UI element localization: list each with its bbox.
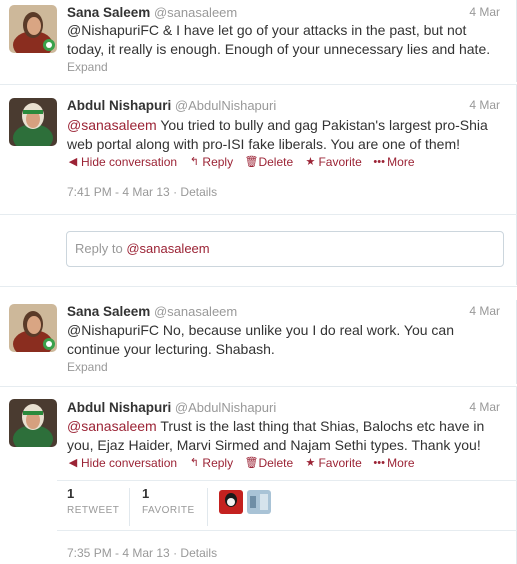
details-link[interactable]: Details — [180, 546, 217, 560]
delete-label: Delete — [258, 455, 294, 470]
hide-conversation-button[interactable]: ◀ Hide conversation — [67, 456, 177, 470]
tweet-actions: ◀ Hide conversation ↰ Reply 🗑 Delete ★ Favor… — [67, 154, 423, 170]
tweet-meta: 7:35 PM - 4 Mar 13 · Details — [67, 546, 218, 560]
arrow-icon: ◀ — [68, 156, 78, 168]
retweet-label: RETWEET — [67, 505, 120, 516]
divider — [57, 530, 517, 531]
delete-label: Delete — [258, 154, 294, 169]
divider — [207, 488, 208, 526]
tweet-header: Abdul Nishapuri @AbdulNishapuri 4 Mar — [67, 98, 506, 116]
timestamp[interactable]: 7:35 PM - 4 Mar 13 — [67, 546, 170, 560]
divider — [129, 488, 130, 526]
tweet-date[interactable]: 4 Mar — [469, 304, 500, 318]
tweet-date[interactable]: 4 Mar — [469, 400, 500, 414]
divider — [0, 286, 517, 287]
favoriter-avatar[interactable] — [219, 490, 243, 514]
details-link[interactable]: Details — [180, 185, 217, 199]
fullname[interactable]: Abdul Nishapuri — [67, 98, 171, 113]
fullname[interactable]: Sana Saleem — [67, 5, 150, 20]
hide-conversation-label: Hide conversation — [81, 455, 178, 470]
favorite-stat-label: FAVORITE — [142, 505, 195, 516]
reply-button[interactable]: ↰ Reply — [188, 456, 233, 470]
fullname[interactable]: Abdul Nishapuri — [67, 400, 171, 415]
tweet-actions: ◀ Hide conversation ↰ Reply 🗑 Delete ★ Favor… — [67, 455, 423, 471]
mention-link[interactable]: @sanasaleem — [67, 418, 157, 434]
tweet-text: @NishapuriFC No, because unlike you I do… — [67, 322, 454, 357]
tweet-sana-2[interactable]: Sana Saleem @sanasaleem 4 Mar @Nishapuri… — [0, 300, 517, 384]
expand-link[interactable]: Expand — [67, 60, 108, 74]
tweet-abdul-2[interactable]: Abdul Nishapuri @AbdulNishapuri 4 Mar @s… — [0, 387, 517, 564]
more-button[interactable]: ••• More — [373, 155, 414, 169]
trash-icon: 🗑 — [244, 156, 259, 168]
tweet-text: @sanasaleem You tried to bully and gag P… — [67, 116, 507, 154]
reply-placeholder: Reply to — [75, 241, 127, 256]
reply-mention: @sanasaleem — [126, 241, 210, 256]
avatar[interactable] — [9, 304, 57, 352]
favorite-button[interactable]: ★ Favorite — [304, 154, 362, 169]
star-icon: ★ — [305, 156, 316, 168]
mention-link[interactable]: @sanasaleem — [67, 117, 157, 133]
avatar[interactable] — [9, 399, 57, 447]
username[interactable]: @sanasaleem — [154, 304, 237, 319]
fullname[interactable]: Sana Saleem — [67, 304, 150, 319]
favorite-label: Favorite — [318, 455, 362, 470]
reply-icon: ↰ — [189, 156, 200, 168]
favorite-label: Favorite — [318, 154, 362, 169]
tweet-header: Sana Saleem @sanasaleem 4 Mar — [67, 304, 506, 322]
retweet-stat[interactable]: 1 RETWEET — [67, 486, 119, 516]
username[interactable]: @AbdulNishapuri — [175, 400, 276, 415]
tweet-sana-1[interactable]: Sana Saleem @sanasaleem 4 Mar @Nishapuri… — [0, 0, 517, 82]
retweet-count: 1 — [67, 486, 75, 501]
reply-icon: ↰ — [189, 457, 200, 469]
username[interactable]: @AbdulNishapuri — [175, 98, 276, 113]
reply-input[interactable]: Reply to @sanasaleem — [66, 231, 504, 267]
trash-icon: 🗑 — [244, 457, 259, 469]
reply-label: Reply — [202, 455, 234, 470]
avatar[interactable] — [9, 5, 57, 53]
divider — [0, 214, 517, 215]
delete-button[interactable]: 🗑 Delete — [244, 155, 293, 169]
more-label: More — [387, 456, 415, 470]
favoriter-avatar[interactable] — [247, 490, 271, 514]
timestamp[interactable]: 7:41 PM - 4 Mar 13 — [67, 185, 170, 199]
tweet-header: Abdul Nishapuri @AbdulNishapuri 4 Mar — [67, 400, 506, 418]
favorite-count: 1 — [142, 486, 150, 501]
more-label: More — [387, 155, 415, 169]
reply-label: Reply — [202, 154, 234, 169]
favorite-button[interactable]: ★ Favorite — [304, 455, 362, 470]
avatar[interactable] — [9, 98, 57, 146]
arrow-icon: ◀ — [68, 457, 78, 469]
more-button[interactable]: ••• More — [373, 456, 414, 470]
reply-button[interactable]: ↰ Reply — [188, 155, 233, 169]
tweet-text: @NishapuriFC & I have let go of your att… — [67, 22, 491, 57]
tweet-text: @sanasaleem Trust is the last thing that… — [67, 417, 507, 455]
tweet-stats: 1 RETWEET 1 FAVORITE — [57, 480, 517, 530]
tweet-date[interactable]: 4 Mar — [469, 98, 500, 112]
ellipsis-icon: ••• — [373, 156, 385, 168]
hide-conversation-label: Hide conversation — [81, 154, 178, 169]
tweet-date[interactable]: 4 Mar — [469, 5, 500, 19]
expand-link[interactable]: Expand — [67, 360, 108, 374]
star-icon: ★ — [305, 457, 316, 469]
favorite-stat[interactable]: 1 FAVORITE — [142, 486, 195, 516]
ellipsis-icon: ••• — [373, 457, 385, 469]
username[interactable]: @sanasaleem — [154, 5, 237, 20]
hide-conversation-button[interactable]: ◀ Hide conversation — [67, 155, 177, 169]
tweet-meta: 7:41 PM - 4 Mar 13 · Details — [67, 185, 218, 199]
delete-button[interactable]: 🗑 Delete — [244, 456, 293, 470]
